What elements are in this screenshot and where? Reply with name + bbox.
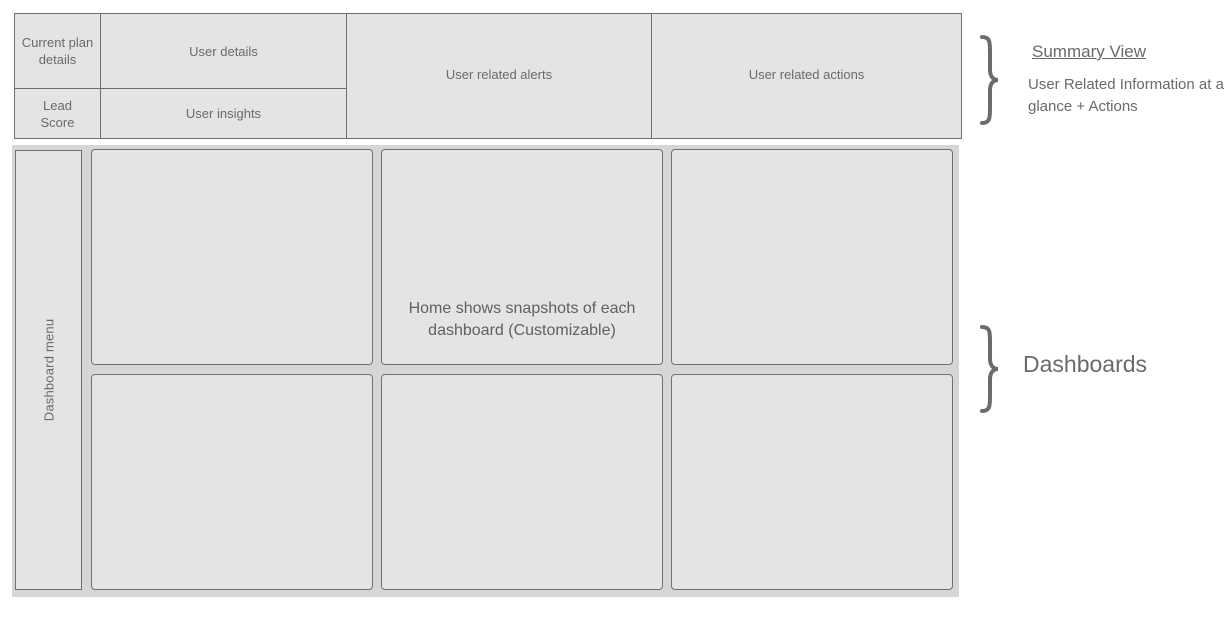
summary-view-title: Summary View bbox=[1032, 42, 1146, 61]
current-plan-details-label: Current plan details bbox=[21, 35, 94, 67]
summary-view-strip: Current plan details User details Lead S… bbox=[14, 13, 962, 139]
dashboards-brace-icon bbox=[980, 325, 999, 413]
dashboard-menu[interactable]: Dashboard menu bbox=[15, 150, 82, 590]
home-snapshot-note: Home shows snapshots of each dashboard (… bbox=[408, 300, 636, 339]
dashboard-snapshot-6[interactable] bbox=[671, 374, 953, 590]
user-insights-label: User insights bbox=[185, 106, 262, 121]
user-actions-label: User related actions bbox=[748, 66, 865, 82]
user-details-label: User details bbox=[189, 43, 258, 59]
dashboards-label: Dashboards bbox=[1023, 351, 1148, 377]
user-actions-cell[interactable]: User related actions bbox=[652, 14, 961, 134]
dashboard-snapshot-3[interactable] bbox=[671, 149, 953, 365]
lead-score-cell[interactable]: Lead Score bbox=[15, 89, 100, 138]
dashboard-snapshot-2[interactable]: Home shows snapshots of each dashboard (… bbox=[381, 149, 663, 365]
dashboard-snapshot-1[interactable] bbox=[91, 149, 373, 365]
dashboard-snapshot-5[interactable] bbox=[381, 374, 663, 590]
dashboard-snapshot-4[interactable] bbox=[91, 374, 373, 590]
dashboard-area: Dashboard menu Home shows snapshots of e… bbox=[12, 145, 959, 597]
dashboard-menu-label: Dashboard menu bbox=[41, 318, 56, 422]
user-alerts-cell[interactable]: User related alerts bbox=[347, 14, 651, 134]
user-insights-cell[interactable]: User insights bbox=[101, 89, 346, 138]
user-alerts-label: User related alerts bbox=[445, 66, 553, 82]
summary-view-description: User Related Information at a glance + A… bbox=[1028, 76, 1224, 115]
lead-score-label: Lead Score bbox=[40, 97, 75, 130]
summary-brace-icon bbox=[980, 35, 999, 125]
current-plan-details-cell[interactable]: Current plan details bbox=[15, 14, 100, 88]
user-details-cell[interactable]: User details bbox=[101, 14, 346, 88]
